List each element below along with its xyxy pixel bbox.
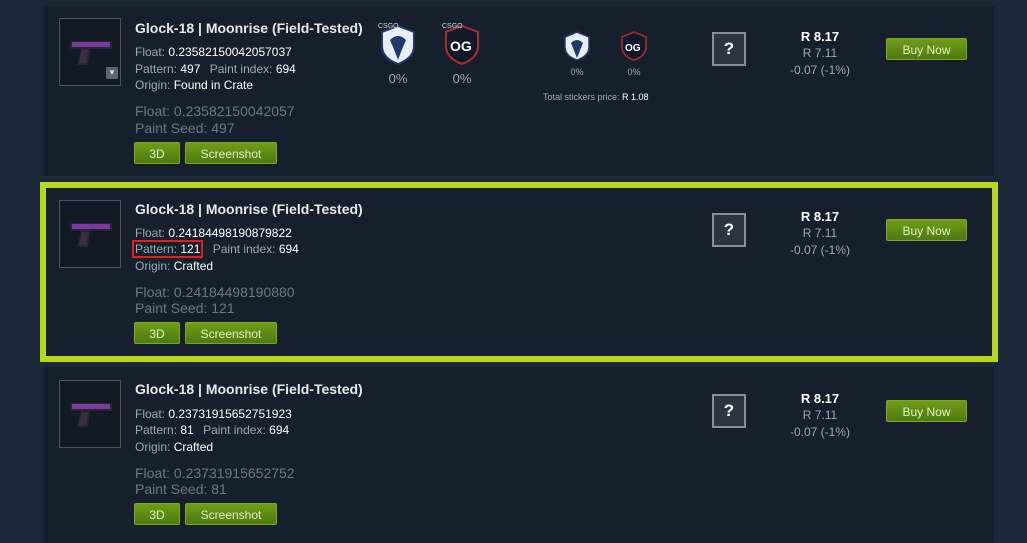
svg-text:OG: OG xyxy=(625,43,641,54)
float-summary: Float: 0.23582150042057 xyxy=(135,103,295,119)
item-thumbnail[interactable] xyxy=(59,200,121,268)
float-summary: Float: 0.24184498190880 xyxy=(135,284,295,300)
price-block: R 8.17 R 7.11 -0.07 (-1%) xyxy=(784,29,856,80)
screenshot-button[interactable]: Screenshot xyxy=(185,503,277,525)
question-mark-icon[interactable]: ? xyxy=(712,32,746,66)
sticker-liquid-small[interactable]: 0% xyxy=(560,28,594,77)
float-value: 0.23582150042057037 xyxy=(168,45,292,59)
pattern-value: 121 xyxy=(180,242,201,256)
sticker-liquid[interactable]: CSGO 0% xyxy=(376,20,420,86)
glock-pistol-icon xyxy=(70,223,112,247)
buy-now-button[interactable]: Buy Now xyxy=(886,38,967,60)
float-line: Float: 0.23731915652751923 xyxy=(135,407,292,421)
svg-text:CSGO: CSGO xyxy=(378,23,399,30)
chevron-down-icon[interactable]: ▼ xyxy=(106,67,118,79)
paint-index-value: 694 xyxy=(278,242,299,256)
3d-button[interactable]: 3D xyxy=(134,503,180,525)
float-value: 0.24184498190879822 xyxy=(168,226,292,240)
price-change: -0.07 (-1%) xyxy=(789,63,851,77)
item-thumbnail[interactable]: ▼ xyxy=(59,18,121,86)
market-listing-row-highlighted: Glock-18 | Moonrise (Field-Tested) Float… xyxy=(40,182,998,362)
screenshot-button[interactable]: Screenshot xyxy=(185,142,277,164)
origin-value: Crafted xyxy=(173,259,214,273)
team-liquid-sticker-icon: CSGO xyxy=(378,23,415,66)
og-sticker-icon: OG xyxy=(621,31,647,61)
3d-button[interactable]: 3D xyxy=(134,142,180,164)
paint-index-value: 694 xyxy=(275,62,296,76)
glock-pistol-icon xyxy=(70,403,112,427)
price-change: -0.07 (-1%) xyxy=(789,425,851,439)
origin-line: Origin: Found in Crate xyxy=(135,78,254,92)
buy-now-button[interactable]: Buy Now xyxy=(886,400,967,422)
float-value: 0.23731915652751923 xyxy=(168,407,292,421)
pattern-line: Pattern: 497 Paint index: 694 xyxy=(135,62,296,76)
float-line: Float: 0.24184498190879822 xyxy=(135,226,292,240)
pattern-value: 81 xyxy=(180,423,194,437)
svg-text:OG: OG xyxy=(450,38,472,54)
question-mark-icon[interactable]: ? xyxy=(712,213,746,247)
glock-pistol-icon xyxy=(70,41,112,65)
float-line: Float: 0.23582150042057037 xyxy=(135,45,292,59)
og-sticker-icon: OG CSGO xyxy=(442,23,479,66)
sticker-og[interactable]: OG CSGO 0% xyxy=(440,20,484,86)
price-main: R 8.17 xyxy=(800,29,840,44)
market-listing-row: Glock-18 | Moonrise (Field-Tested) Float… xyxy=(44,367,994,543)
pattern-highlight-box: Pattern: 121 xyxy=(132,240,204,258)
price-main: R 8.17 xyxy=(800,391,840,406)
market-listing-row: ▼ Glock-18 | Moonrise (Field-Tested) Flo… xyxy=(44,6,994,176)
pattern-line: Pattern: 81 Paint index: 694 xyxy=(135,423,290,437)
item-title[interactable]: Glock-18 | Moonrise (Field-Tested) xyxy=(135,381,363,397)
paint-seed-summary: Paint Seed: 121 xyxy=(135,300,235,316)
buy-now-button[interactable]: Buy Now xyxy=(886,219,967,241)
price-without-fee: R 7.11 xyxy=(802,226,838,240)
svg-text:CSGO: CSGO xyxy=(442,23,463,30)
origin-value: Crafted xyxy=(173,440,214,454)
sticker-og-small[interactable]: OG 0% xyxy=(617,28,651,77)
team-liquid-sticker-icon xyxy=(564,31,590,61)
price-main: R 8.17 xyxy=(800,209,840,224)
paint-index-value: 694 xyxy=(269,423,290,437)
price-change: -0.07 (-1%) xyxy=(789,243,851,257)
total-stickers-price: Total stickers price: R 1.08 xyxy=(543,92,649,102)
item-thumbnail[interactable] xyxy=(59,380,121,448)
3d-button[interactable]: 3D xyxy=(134,322,180,344)
item-title[interactable]: Glock-18 | Moonrise (Field-Tested) xyxy=(135,201,363,217)
price-block: R 8.17 R 7.11 -0.07 (-1%) xyxy=(784,391,856,442)
pattern-line: Pattern: 121 Paint index: 694 xyxy=(132,240,299,258)
item-title[interactable]: Glock-18 | Moonrise (Field-Tested) xyxy=(135,20,363,36)
paint-seed-summary: Paint Seed: 81 xyxy=(135,481,227,497)
price-without-fee: R 7.11 xyxy=(802,46,838,60)
origin-line: Origin: Crafted xyxy=(135,259,214,273)
price-without-fee: R 7.11 xyxy=(802,408,838,422)
question-mark-icon[interactable]: ? xyxy=(712,394,746,428)
screenshot-button[interactable]: Screenshot xyxy=(185,322,277,344)
pattern-value: 497 xyxy=(180,62,201,76)
origin-value: Found in Crate xyxy=(173,78,254,92)
page-left-edge xyxy=(0,0,10,543)
origin-line: Origin: Crafted xyxy=(135,440,214,454)
price-block: R 8.17 R 7.11 -0.07 (-1%) xyxy=(784,209,856,260)
paint-seed-summary: Paint Seed: 497 xyxy=(135,120,235,136)
float-summary: Float: 0.23731915652752 xyxy=(135,465,295,481)
